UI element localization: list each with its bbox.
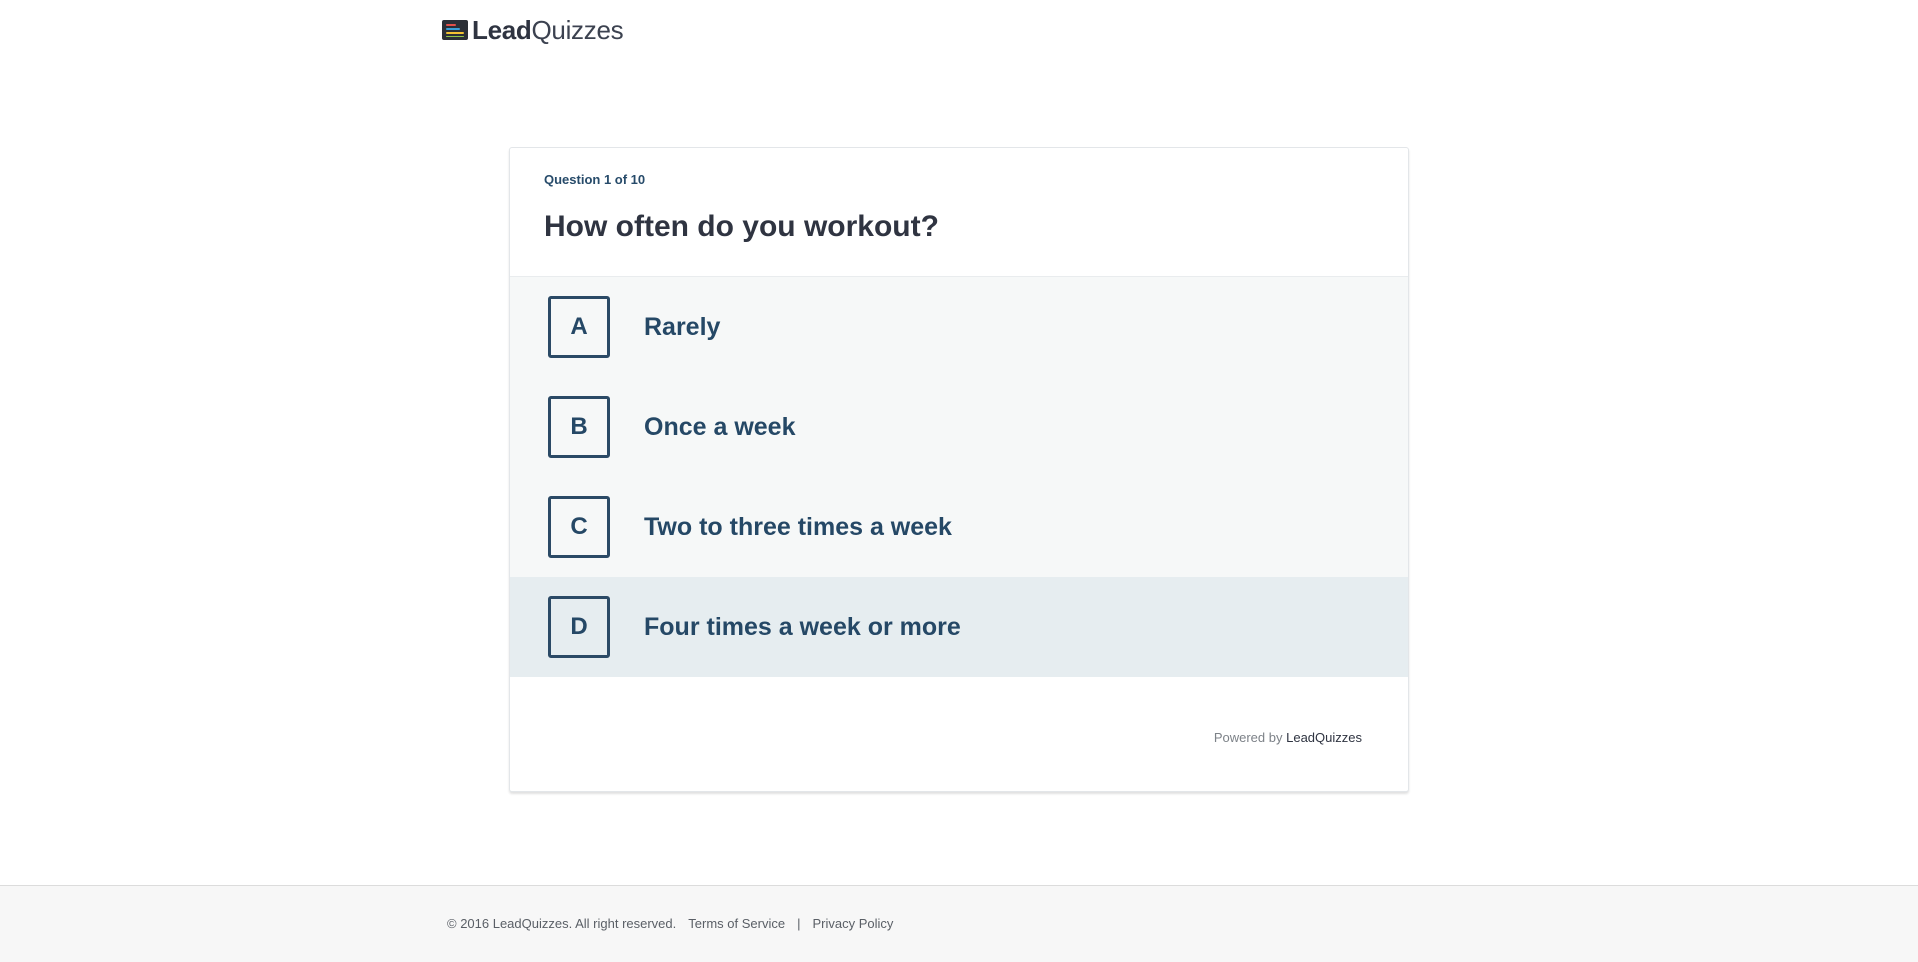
answer-option-b[interactable]: B Once a week <box>510 377 1408 477</box>
answer-label: Once a week <box>644 413 796 441</box>
logo-text-bold: Lead <box>472 14 532 45</box>
answer-label: Four times a week or more <box>644 613 961 641</box>
answer-letter-box: A <box>548 296 610 358</box>
footer-separator: | <box>797 916 801 931</box>
question-header: Question 1 of 10 How often do you workou… <box>510 148 1408 277</box>
question-counter: Question 1 of 10 <box>544 172 646 187</box>
powered-by-link[interactable]: LeadQuizzes <box>1286 730 1362 745</box>
answer-option-c[interactable]: C Two to three times a week <box>510 477 1408 577</box>
powered-by: Powered by LeadQuizzes <box>1214 730 1362 745</box>
page: LeadQuizzes Question 1 of 10 How often d… <box>0 0 1918 962</box>
footer-content: © 2016 LeadQuizzes. All right reserved. … <box>447 916 893 931</box>
answer-letter-box: B <box>548 396 610 458</box>
answer-list: A Rarely B Once a week C Two to three ti… <box>510 277 1408 677</box>
question-title: How often do you workout? <box>544 210 939 243</box>
quiz-card: Question 1 of 10 How often do you workou… <box>509 147 1409 792</box>
answer-option-d[interactable]: D Four times a week or more <box>510 577 1408 677</box>
copyright-text: © 2016 LeadQuizzes. All right reserved. <box>447 916 677 931</box>
logo-text-light: Quizzes <box>531 14 624 45</box>
answer-option-a[interactable]: A Rarely <box>510 277 1408 377</box>
answer-label: Two to three times a week <box>644 513 952 541</box>
powered-by-label: Powered by <box>1213 730 1283 745</box>
leadquizzes-logo-icon <box>442 20 468 40</box>
answer-letter-box: C <box>548 496 610 558</box>
answer-label: Rarely <box>644 313 721 341</box>
logo-text: LeadQuizzes <box>472 14 624 46</box>
leadquizzes-logo[interactable]: LeadQuizzes <box>442 14 624 46</box>
page-footer: © 2016 LeadQuizzes. All right reserved. … <box>0 885 1918 962</box>
terms-of-service-link[interactable]: Terms of Service <box>688 916 785 931</box>
answer-letter-box: D <box>548 596 610 658</box>
privacy-policy-link[interactable]: Privacy Policy <box>812 916 893 931</box>
